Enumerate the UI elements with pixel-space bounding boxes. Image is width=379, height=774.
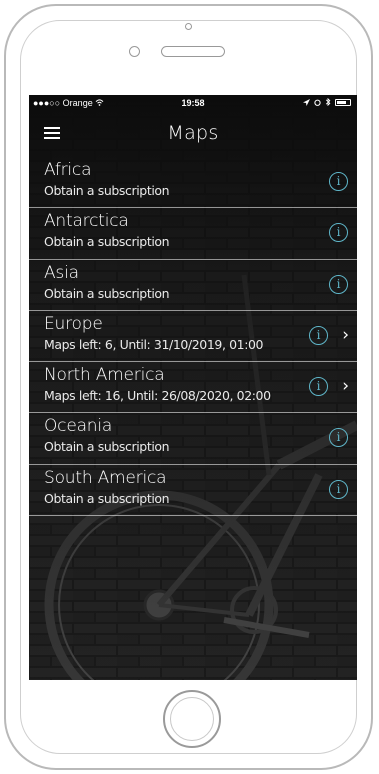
- map-name: Europe: [44, 313, 103, 334]
- map-row-antarctica[interactable]: Antarctica Obtain a subscription i: [29, 208, 357, 260]
- map-name: Africa: [44, 160, 92, 180]
- map-row-south-america[interactable]: South America Obtain a subscription i: [29, 465, 357, 517]
- earpiece-speaker: [161, 46, 225, 57]
- map-detail: Obtain a subscription: [44, 285, 170, 301]
- map-name: South America: [44, 467, 167, 488]
- maps-list: Africa Obtain a subscription i Antarctic…: [29, 157, 357, 517]
- map-detail: Obtain a subscription: [44, 234, 170, 250]
- map-row-north-america[interactable]: North America Maps left: 16, Until: 26/0…: [29, 362, 357, 414]
- status-bar: ●●●○○ Orange 19:58: [29, 95, 357, 113]
- map-row-europe[interactable]: Europe Maps left: 6, Until: 31/10/2019, …: [29, 311, 357, 363]
- info-icon[interactable]: i: [329, 428, 348, 448]
- map-detail: Maps left: 6, Until: 31/10/2019, 01:00: [44, 336, 264, 352]
- map-row-oceania[interactable]: Oceania Obtain a subscription i: [29, 413, 357, 465]
- map-detail: Maps left: 16, Until: 26/08/2020, 02:00: [44, 388, 271, 404]
- alarm-icon: [314, 99, 321, 106]
- navigation-bar: Maps: [29, 113, 357, 157]
- app-screen: ●●●○○ Orange 19:58 Maps Africa Obtain a …: [29, 95, 357, 680]
- info-icon[interactable]: i: [329, 223, 348, 243]
- chevron-right-icon[interactable]: ›: [342, 325, 349, 345]
- info-icon[interactable]: i: [309, 325, 328, 345]
- location-arrow-icon: [303, 98, 310, 106]
- info-icon[interactable]: i: [329, 274, 348, 294]
- map-detail: Obtain a subscription: [44, 490, 170, 506]
- map-name: North America: [44, 365, 165, 386]
- map-row-asia[interactable]: Asia Obtain a subscription i: [29, 260, 357, 311]
- proximity-sensor: [129, 46, 140, 57]
- battery-icon: [335, 98, 351, 106]
- home-button[interactable]: [163, 690, 221, 748]
- bluetooth-icon: [325, 98, 331, 106]
- info-icon[interactable]: i: [309, 377, 328, 397]
- map-detail: Obtain a subscription: [44, 183, 170, 198]
- info-icon[interactable]: i: [329, 479, 348, 499]
- map-name: Antarctica: [44, 211, 129, 232]
- front-camera: [185, 23, 192, 30]
- map-name: Oceania: [44, 416, 113, 437]
- chevron-right-icon[interactable]: ›: [342, 376, 349, 396]
- info-icon[interactable]: i: [329, 172, 348, 191]
- map-name: Asia: [44, 262, 79, 283]
- page-title: Maps: [167, 122, 219, 144]
- map-row-africa[interactable]: Africa Obtain a subscription i: [29, 157, 357, 209]
- status-icons: [303, 98, 351, 106]
- map-detail: Obtain a subscription: [44, 439, 170, 455]
